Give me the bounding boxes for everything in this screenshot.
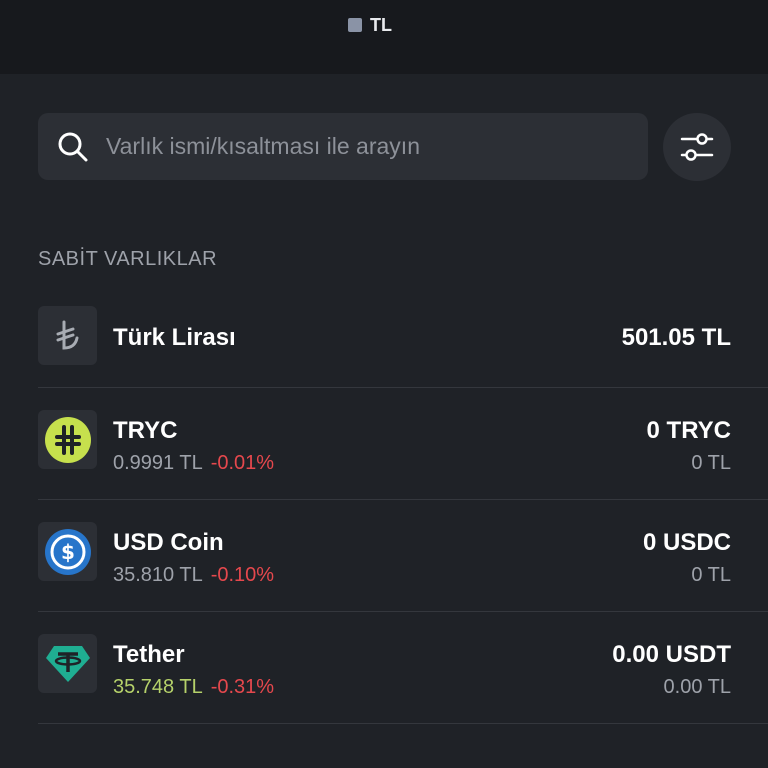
asset-name: USD Coin xyxy=(113,529,224,556)
asset-price-line: 35.748 TL -0.31% xyxy=(113,676,274,699)
asset-change: -0.01% xyxy=(210,452,275,474)
sliders-icon xyxy=(680,133,714,161)
asset-price-line: 0.9991 TL -0.01% xyxy=(113,452,274,475)
asset-change: -0.31% xyxy=(210,676,275,698)
search-bar[interactable] xyxy=(38,112,648,181)
asset-row-usdc[interactable]: $ USD Coin 35.810 TL -0.10% 0 USDC 0 TL xyxy=(38,499,768,612)
asset-price: 35.810 TL xyxy=(113,564,203,586)
search-icon xyxy=(58,132,88,161)
asset-change: -0.10% xyxy=(210,564,275,586)
asset-row-usdt[interactable]: Tether 35.748 TL -0.31% 0.00 USDT 0.00 T… xyxy=(38,611,768,724)
asset-balance: 501.05 TL xyxy=(621,324,731,351)
search-input[interactable] xyxy=(104,112,648,181)
currency-label: TL xyxy=(370,14,392,35)
currency-selector[interactable]: TL xyxy=(348,14,392,36)
lira-icon xyxy=(38,306,97,365)
asset-name: TRYC xyxy=(113,417,178,444)
asset-price: 0.9991 TL xyxy=(113,452,203,474)
svg-text:$: $ xyxy=(61,540,75,564)
usdc-icon: $ xyxy=(38,522,97,581)
asset-row-tryc[interactable]: TRYC 0.9991 TL -0.01% 0 TRYC 0 TL xyxy=(38,387,768,500)
tether-icon xyxy=(38,634,97,693)
filter-button[interactable] xyxy=(663,113,731,181)
asset-balance: 0 TRYC xyxy=(646,417,731,444)
currency-square-icon xyxy=(348,18,362,32)
asset-price: 35.748 TL xyxy=(113,676,203,698)
asset-name: Türk Lirası xyxy=(113,324,236,351)
asset-balance-fiat: 0 TL xyxy=(691,452,731,474)
section-title: SABİT VARLIKLAR xyxy=(38,248,218,270)
asset-balance: 0.00 USDT xyxy=(612,641,731,668)
asset-row-try[interactable]: Türk Lirası 501.05 TL xyxy=(38,275,768,388)
assets-screen: TL SABİT VARLIKLAR Türk Lirası 501.05 TL xyxy=(0,0,768,768)
top-bar: TL xyxy=(0,0,768,74)
asset-balance: 0 USDC xyxy=(642,529,731,556)
tryc-icon xyxy=(38,410,97,469)
asset-balance-fiat: 0 TL xyxy=(691,564,731,586)
asset-price-line: 35.810 TL -0.10% xyxy=(113,564,274,587)
asset-name: Tether xyxy=(113,641,185,668)
asset-balance-fiat: 0.00 TL xyxy=(663,676,731,698)
